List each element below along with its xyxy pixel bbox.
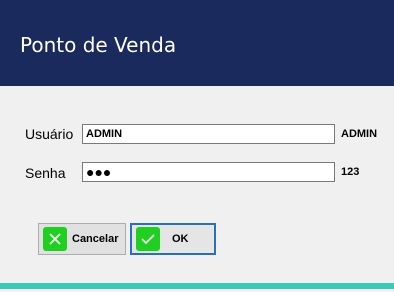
usuario-side-text: ADMIN: [341, 128, 378, 140]
ok-button-label: OK: [172, 233, 189, 245]
accent-bar: [0, 283, 394, 289]
ok-button[interactable]: OK: [130, 223, 216, 255]
cancel-button-label: Cancelar: [72, 233, 119, 245]
header-bar: Ponto de Venda: [0, 0, 394, 86]
check-icon: [136, 227, 160, 251]
page-title: Ponto de Venda: [20, 33, 177, 57]
cancel-button[interactable]: Cancelar: [38, 223, 126, 255]
close-icon: [43, 227, 67, 251]
senha-label: Senha: [25, 165, 66, 181]
password-field[interactable]: ●●●: [82, 162, 335, 182]
senha-side-text: 123: [341, 166, 360, 178]
usuario-field[interactable]: ADMIN: [82, 124, 335, 144]
usuario-label: Usuário: [25, 126, 74, 142]
